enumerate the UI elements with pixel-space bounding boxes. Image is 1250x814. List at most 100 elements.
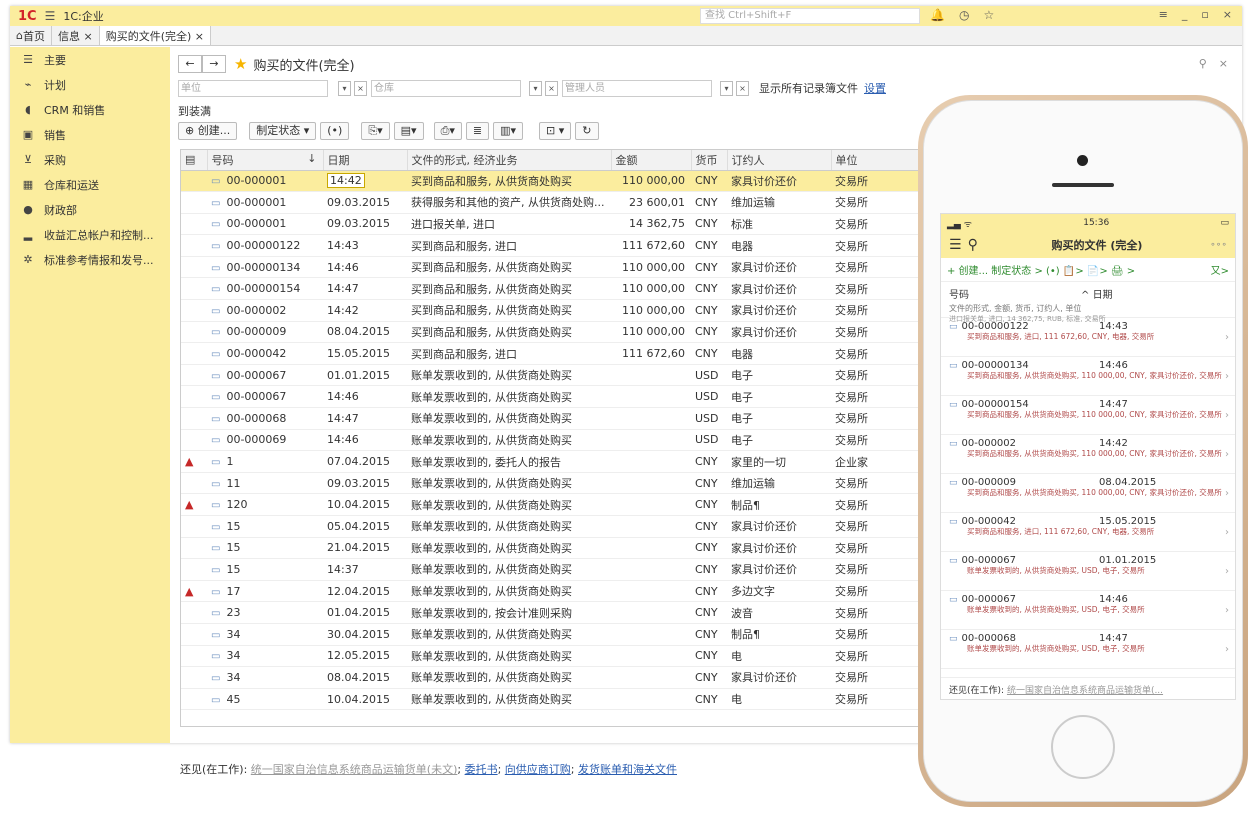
see-also-power-of-attorney-link[interactable]: 委托书: [465, 763, 498, 776]
manager-clear-button[interactable]: ×: [736, 80, 749, 96]
set-status-button[interactable]: 制定状态 ▾: [249, 122, 317, 140]
col-number-header[interactable]: 号码 ↓: [207, 150, 324, 171]
refresh-icon[interactable]: ↻: [575, 122, 599, 140]
phone-see-also-link[interactable]: 统一国家自治信息系统商品运输货单(...: [1007, 686, 1163, 696]
list-icon[interactable]: ≣: [465, 122, 490, 140]
table-row[interactable]: ▭ 00-000001 14:42 买到商品和服务, 从供货商处购买 110 000,0…: [181, 170, 929, 193]
phone-list-item[interactable]: ▭ 00-00000134 14:46 买到商品和服务, 从供货商处购买, 110 0…: [941, 357, 1235, 396]
phone-list-item[interactable]: ▭ 00-000009 08.04.2015 买到商品和服务, 从供货商处购买, 11…: [941, 474, 1235, 513]
home-button[interactable]: [1051, 715, 1115, 779]
see-also-customs-link[interactable]: 发货账单和海关文件: [578, 763, 677, 776]
table-row[interactable]: ▭ 15 14:37 账单发票收到的, 从供货商处购买 CNY 家具讨价还价 交易所: [181, 558, 929, 581]
col-sum-header[interactable]: 金额: [611, 150, 692, 171]
copy-icon[interactable]: ⎘▾: [361, 122, 390, 140]
phone-list-item[interactable]: ▭ 00-000068 14:47 账单发票收到的, 从供货商处购买, USD, 电子…: [941, 630, 1235, 669]
col-currency-header[interactable]: 货币: [691, 150, 728, 171]
table-row[interactable]: ▭ 00-000001 09.03.2015 获得服务和其他的资产, 从供货商处购..…: [181, 191, 929, 214]
table-row[interactable]: ▭ 00-000068 14:47 账单发票收到的, 从供货商处购买 USD 电子 交易所: [181, 407, 929, 430]
phone-toolbar[interactable]: + 创建... 制定状态 > (•) 📋> 📄> 🖨 > 又>: [941, 258, 1235, 282]
table-row[interactable]: ▭ 15 21.04.2015 账单发票收到的, 从供货商处购买 CNY 家具讨价还价 交易…: [181, 537, 929, 560]
table-row[interactable]: ▭ 45 10.04.2015 账单发票收到的, 从供货商处购买 CNY 电交易所: [181, 688, 929, 711]
table-row[interactable]: ▭ 34 08.04.2015 账单发票收到的, 从供货商处购买 CNY 家具讨价还价 交易…: [181, 666, 929, 689]
phone-list-item[interactable]: ▭ 00-000042 15.05.2015 买到商品和服务, 进口, 111 672…: [941, 513, 1235, 552]
table-row[interactable]: ▭ 00-000069 14:46 账单发票收到的, 从供货商处购买 USD 电子 交易所: [181, 429, 929, 452]
warehouse-clear-button[interactable]: ×: [545, 80, 558, 96]
phone-toolbar-more[interactable]: 又>: [1211, 262, 1229, 277]
tab-home[interactable]: ⌂ 首页: [10, 26, 52, 45]
sidebar-item-reference[interactable]: ✲ 标准参考情报和发号...: [10, 247, 170, 272]
table-row[interactable]: ▭ 34 30.04.2015 账单发票收到的, 从供货商处购买 CNY 制品¶ 交易所: [181, 623, 929, 646]
restore-button[interactable]: ▫: [1201, 8, 1208, 21]
create-button[interactable]: ⊕ 创建...: [178, 122, 238, 140]
col-party-header[interactable]: 订约人: [727, 150, 832, 171]
favorite-star-icon[interactable]: ★: [234, 55, 247, 73]
table-row[interactable]: ▭ 23 01.04.2015 账单发票收到的, 按会计准则采购 CNY 波音 交易所: [181, 601, 929, 624]
phone-list-item[interactable]: ▭ 00-000067 01.01.2015 账单发票收到的, 从供货商处购买, US…: [941, 552, 1235, 591]
close-button[interactable]: ×: [1223, 8, 1232, 21]
menu-icon[interactable]: ☰: [45, 9, 56, 23]
close-form-icon[interactable]: ×: [1219, 57, 1228, 70]
table-row[interactable]: ▭ 00-000002 14:42 买到商品和服务, 从供货商处购买 110 000,0…: [181, 299, 929, 322]
table-row[interactable]: ▭ 00-000009 08.04.2015 买到商品和服务, 从供货商处购买 110 …: [181, 321, 929, 344]
sidebar-item-crm[interactable]: ◖ CRM 和销售: [10, 97, 170, 122]
table-row[interactable]: ▭ 00-000067 01.01.2015 账单发票收到的, 从供货商处购买 USD 电…: [181, 364, 929, 387]
minimize-button[interactable]: _: [1182, 8, 1188, 21]
see-also-waybill-link[interactable]: 统一国家自治信息系统商品运输货单(未文): [251, 763, 458, 776]
settings-menu-icon[interactable]: ≡: [1159, 8, 1168, 21]
phone-list-item[interactable]: ▭ 00-00000154 14:47 买到商品和服务, 从供货商处购买, 110 0…: [941, 396, 1235, 435]
col-date-header[interactable]: 日期: [323, 150, 408, 171]
link-icon[interactable]: ⚲: [1199, 57, 1207, 70]
sidebar-item-purchases[interactable]: ⊻ 采购: [10, 147, 170, 172]
table-row[interactable]: ▭ 00-000042 15.05.2015 买到商品和服务, 进口 111 672,6…: [181, 342, 929, 365]
back-button[interactable]: ←: [178, 55, 202, 73]
see-also-supplier-order-link[interactable]: 向供应商订购: [505, 763, 571, 776]
col-doc-header[interactable]: 文件的形式, 经济业务: [407, 150, 612, 171]
document-icon[interactable]: ▤▾: [393, 122, 424, 140]
doc-type-header-icon[interactable]: ▤: [181, 150, 208, 171]
manager-filter[interactable]: 管理人员: [562, 79, 712, 97]
favorites-icon[interactable]: ☆: [983, 8, 994, 22]
unit-filter[interactable]: 单位: [178, 79, 328, 97]
phone-list-item[interactable]: ▭ 00-000067 14:46 账单发票收到的, 从供货商处购买, USD, 电子…: [941, 591, 1235, 630]
bell-icon[interactable]: 🔔: [930, 8, 945, 22]
tab-purchase-documents[interactable]: 购买的文件(完全) ×: [99, 26, 211, 45]
table-row[interactable]: ▲ ▭ 17 12.04.2015 账单发票收到的, 从供货商处购买 CNY 多边文字 交易所: [181, 580, 929, 603]
table-row[interactable]: ▭ 15 05.04.2015 账单发票收到的, 从供货商处购买 CNY 家具讨价还价 交易…: [181, 515, 929, 538]
table-row[interactable]: ▭ 00-000067 14:46 账单发票收到的, 从供货商处购买 USD 电子 交易所: [181, 385, 929, 409]
sidebar-item-finance[interactable]: ● 财政部: [10, 197, 170, 222]
phone-menu-icon[interactable]: ☰: [949, 237, 962, 253]
more-icon[interactable]: ⊡ ▾: [539, 122, 572, 140]
unit-clear-button[interactable]: ×: [354, 80, 367, 96]
phone-search-icon[interactable]: ⚲: [968, 237, 978, 253]
unit-dropdown-button[interactable]: ▾: [338, 80, 351, 96]
signal-icon[interactable]: (•): [320, 122, 350, 140]
sidebar-item-reports[interactable]: ▂ 收益汇总帐户和控制...: [10, 222, 170, 247]
table-row[interactable]: ▭ 00-00000122 14:43 买到商品和服务, 进口 111 672,60 CN…: [181, 234, 929, 257]
print-icon[interactable]: ⎙▾: [433, 122, 462, 140]
sidebar-item-plan[interactable]: ⌁ 计划: [10, 72, 170, 97]
table-row[interactable]: ▭ 00-000001 09.03.2015 进口报关单, 进口 14 362,75 CN…: [181, 213, 929, 236]
table-row[interactable]: ▭ 11 09.03.2015 账单发票收到的, 从供货商处购买 CNY 维加运输 交易所: [181, 472, 929, 495]
sidebar-item-warehouse[interactable]: ▦ 仓库和运送: [10, 172, 170, 197]
attach-icon[interactable]: ▥▾: [493, 122, 524, 140]
warehouse-dropdown-button[interactable]: ▾: [529, 80, 542, 96]
history-icon[interactable]: ◷: [959, 8, 969, 22]
table-row[interactable]: ▭ 34 12.05.2015 账单发票收到的, 从供货商处购买 CNY 电交易所: [181, 645, 929, 668]
forward-button[interactable]: →: [202, 55, 226, 73]
phone-list-item[interactable]: ▭ 00-000002 14:42 买到商品和服务, 从供货商处购买, 110 000…: [941, 435, 1235, 474]
warehouse-filter[interactable]: 仓库: [371, 79, 521, 97]
cell-sum: [611, 407, 691, 430]
table-row[interactable]: ▭ 00-00000134 14:46 买到商品和服务, 从供货商处购买 110 000…: [181, 256, 929, 279]
table-row[interactable]: ▭ 00-00000154 14:47 买到商品和服务, 从供货商处购买 110 000…: [181, 277, 929, 301]
sidebar-item-sales[interactable]: ▣ 销售: [10, 122, 170, 147]
phone-more-icon[interactable]: ∘∘∘: [1210, 240, 1227, 250]
phone-list-item[interactable]: ▭ 00-00000122 14:43 买到商品和服务, 进口, 111 672,60…: [941, 318, 1235, 357]
sidebar-item-main[interactable]: ☰ 主要: [10, 47, 170, 72]
table-row[interactable]: ▲ ▭ 1 07.04.2015 账单发票收到的, 委托人的报告 CNY 家里的一切 企业家: [181, 450, 929, 473]
global-search-input[interactable]: 查找 Ctrl+Shift+F: [700, 8, 920, 24]
manager-dropdown-button[interactable]: ▾: [720, 80, 733, 96]
table-row[interactable]: ▲ ▭ 120 10.04.2015 账单发票收到的, 从供货商处购买 CNY 制品¶ 交易所: [181, 493, 929, 516]
tab-info[interactable]: 信息 ×: [52, 26, 100, 45]
settings-link[interactable]: 设置: [864, 80, 886, 96]
col-unit-header[interactable]: 单位: [831, 150, 929, 171]
